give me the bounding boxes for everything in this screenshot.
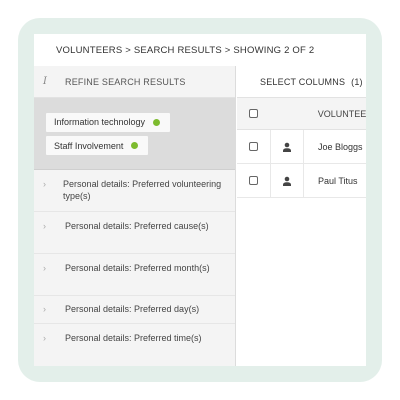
table-row[interactable]: Joe Bloggs (237, 130, 366, 164)
selected-columns-count: (1) (351, 76, 363, 87)
row-icon-cell (271, 130, 304, 163)
table-row[interactable]: Paul Titus (237, 164, 366, 198)
facet-label: Personal details: Preferred time(s) (65, 333, 202, 343)
row-check-cell (237, 130, 271, 163)
status-dot-icon (131, 142, 139, 149)
chevron-right-icon: › (43, 333, 46, 343)
person-icon (283, 142, 291, 152)
facet-preferred-cause[interactable]: › Personal details: Preferred cause(s) (34, 212, 235, 254)
volunteer-name[interactable]: Joe Bloggs (304, 142, 363, 152)
select-all-checkbox[interactable] (249, 109, 259, 118)
column-header-volunteer[interactable]: VOLUNTEE (304, 109, 366, 119)
facet-label: Personal details: Preferred volunteering… (63, 179, 222, 201)
chevron-right-icon: › (43, 179, 46, 189)
status-dot-icon (153, 118, 161, 126)
table-header: VOLUNTEE (237, 98, 366, 130)
volunteer-name[interactable]: Paul Titus (304, 176, 358, 186)
filter-chip[interactable]: Information technology (46, 112, 171, 132)
row-check-cell (237, 164, 271, 197)
select-all-cell (237, 98, 271, 129)
chevron-right-icon: › (43, 303, 46, 314)
select-columns-label: SELECT COLUMNS (260, 76, 346, 87)
refine-header-label: REFINE SEARCH RESULTS (65, 76, 186, 87)
refine-sidebar: i REFINE SEARCH RESULTS Information tech… (34, 66, 236, 366)
results-panel: SELECT COLUMNS (1) VOLUNTEE Joe Bloggs P… (237, 66, 366, 366)
breadcrumb: VOLUNTEERS > SEARCH RESULTS > SHOWING 2 … (34, 34, 366, 66)
filter-chip-label: Information technology (54, 117, 146, 127)
active-filters: Information technology Staff Involvement (34, 98, 235, 170)
refine-header[interactable]: i REFINE SEARCH RESULTS (34, 66, 235, 98)
facet-preferred-time[interactable]: › Personal details: Preferred time(s) (34, 324, 235, 366)
row-checkbox[interactable] (249, 142, 258, 151)
chevron-right-icon: › (43, 263, 46, 273)
filter-chip-label: Staff Involvement (54, 140, 124, 151)
info-icon: i (43, 76, 48, 87)
row-checkbox[interactable] (249, 176, 258, 185)
facet-preferred-volunteering-type[interactable]: › Personal details: Preferred volunteeri… (34, 170, 235, 212)
facet-label: Personal details: Preferred day(s) (65, 303, 200, 314)
facet-preferred-day[interactable]: › Personal details: Preferred day(s) (34, 296, 235, 324)
facet-label: Personal details: Preferred month(s) (65, 263, 210, 273)
row-icon-cell (271, 164, 304, 197)
breadcrumb-text: VOLUNTEERS > SEARCH RESULTS > SHOWING 2 … (56, 44, 315, 56)
filter-chip[interactable]: Staff Involvement (46, 136, 149, 155)
chevron-right-icon: › (43, 221, 46, 231)
person-icon (283, 176, 291, 186)
select-columns-button[interactable]: SELECT COLUMNS (1) (237, 66, 366, 98)
facet-preferred-month[interactable]: › Personal details: Preferred month(s) (34, 254, 235, 296)
facet-label: Personal details: Preferred cause(s) (65, 221, 209, 231)
app-panel: VOLUNTEERS > SEARCH RESULTS > SHOWING 2 … (34, 34, 366, 366)
